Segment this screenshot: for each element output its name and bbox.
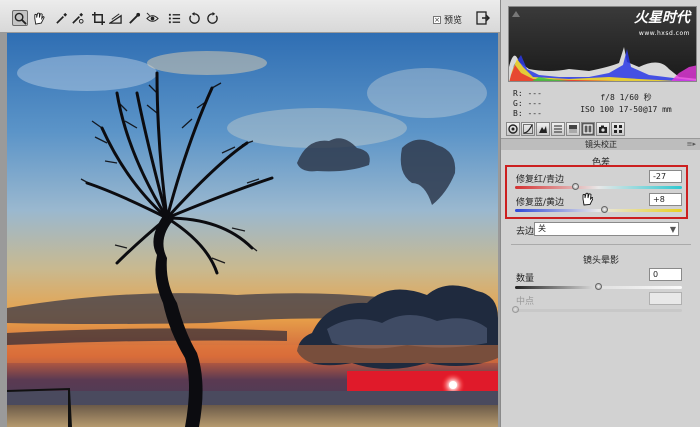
shadow-clipping-icon[interactable] xyxy=(512,10,520,17)
rotate-ccw-icon[interactable] xyxy=(186,10,202,26)
section-divider xyxy=(511,244,691,245)
hand-tool-icon[interactable] xyxy=(30,10,46,26)
r-readout: R: --- xyxy=(513,89,542,98)
histogram: 火星时代 www.hxsd.com xyxy=(508,6,697,82)
preview-checkbox[interactable]: × xyxy=(433,15,441,24)
iso-lens: ISO 100 17-50@17 mm xyxy=(580,105,672,114)
vignetting-heading: 镜头晕影 xyxy=(582,256,619,266)
highlight-box xyxy=(505,165,688,219)
toolbar: × 预览 xyxy=(0,0,500,33)
tone-curve-tab-icon[interactable] xyxy=(521,122,535,136)
basic-tab-icon[interactable] xyxy=(506,122,520,136)
panel-menu-icon[interactable]: ≡▸ xyxy=(687,140,696,148)
preview-label: 预览 xyxy=(444,16,463,26)
b-readout: B: --- xyxy=(513,109,542,118)
g-readout: G: --- xyxy=(513,99,542,108)
straighten-tool-icon[interactable] xyxy=(107,10,123,26)
amount-label: 数量 xyxy=(516,274,535,284)
photo-preview xyxy=(7,33,498,427)
watermark-logo: 火星时代 www.hxsd.com xyxy=(634,10,690,37)
detail-tab-icon[interactable] xyxy=(536,122,550,136)
color-sampler-tool-icon[interactable] xyxy=(69,10,85,26)
retouch-tool-icon[interactable] xyxy=(126,10,142,26)
fullscreen-icon[interactable] xyxy=(476,11,490,25)
chevron-down-icon: ▼ xyxy=(669,225,676,234)
hsl-tab-icon[interactable] xyxy=(551,122,565,136)
info-readout: R: --- G: --- B: --- f/8 1/60 秒 ISO 100 … xyxy=(501,86,700,122)
presets-tab-icon[interactable] xyxy=(611,122,625,136)
zoom-tool-icon[interactable] xyxy=(12,10,28,26)
defringe-label: 去边 xyxy=(516,227,535,237)
preview-toggle[interactable]: × 预览 xyxy=(433,13,462,26)
midpoint-value-field xyxy=(649,292,682,305)
image-canvas[interactable] xyxy=(0,33,500,427)
defringe-select[interactable]: 关 ▼ xyxy=(534,222,679,236)
aperture-shutter: f/8 1/60 秒 xyxy=(600,93,652,102)
midpoint-label: 中点 xyxy=(516,297,535,307)
midpoint-slider-thumb xyxy=(512,306,519,313)
amount-value-field[interactable]: 0 xyxy=(649,268,682,281)
section-title: 镜头校正 xyxy=(501,138,700,150)
midpoint-slider xyxy=(512,306,682,313)
panel-tabs xyxy=(506,122,696,137)
preferences-tool-icon[interactable] xyxy=(166,10,182,26)
camera-calibration-tab-icon[interactable] xyxy=(596,122,610,136)
amount-slider-thumb[interactable] xyxy=(594,283,602,290)
rotate-cw-icon[interactable] xyxy=(204,10,220,26)
split-toning-tab-icon[interactable] xyxy=(566,122,580,136)
amount-slider[interactable] xyxy=(515,283,682,290)
red-eye-tool-icon[interactable] xyxy=(144,10,160,26)
crop-tool-icon[interactable] xyxy=(90,10,106,26)
white-balance-tool-icon[interactable] xyxy=(53,10,69,26)
lens-corrections-tab-icon[interactable] xyxy=(581,122,595,136)
